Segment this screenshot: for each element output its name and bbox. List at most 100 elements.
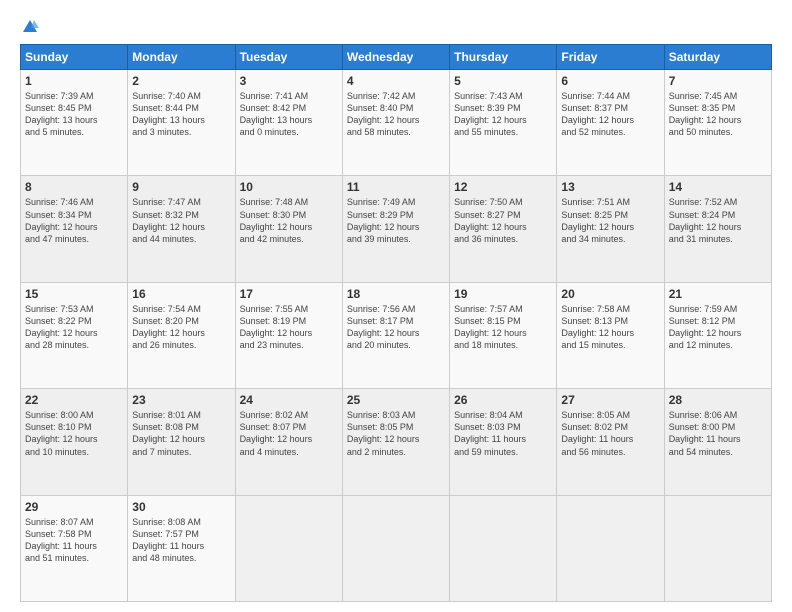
logo <box>20 18 39 36</box>
day-number: 5 <box>454 74 552 88</box>
calendar-cell: 1 Sunrise: 7:39 AM Sunset: 8:45 PM Daylig… <box>21 70 128 176</box>
page: SundayMondayTuesdayWednesdayThursdayFrid… <box>0 0 792 612</box>
day-number: 18 <box>347 287 445 301</box>
calendar-cell: 14 Sunrise: 7:52 AM Sunset: 8:24 PM Dayli… <box>664 176 771 282</box>
calendar-cell <box>235 495 342 601</box>
day-number: 11 <box>347 180 445 194</box>
day-number: 8 <box>25 180 123 194</box>
day-number: 23 <box>132 393 230 407</box>
calendar-cell: 9 Sunrise: 7:47 AM Sunset: 8:32 PM Daylig… <box>128 176 235 282</box>
calendar-cell: 4Sunrise: 7:42 AM Sunset: 8:40 PM Daylig… <box>342 70 449 176</box>
day-number: 16 <box>132 287 230 301</box>
day-header-wednesday: Wednesday <box>342 45 449 70</box>
day-info: Sunrise: 7:57 AM Sunset: 8:15 PM Dayligh… <box>454 303 552 352</box>
day-number: 13 <box>561 180 659 194</box>
day-number: 20 <box>561 287 659 301</box>
day-number: 10 <box>240 180 338 194</box>
day-number: 12 <box>454 180 552 194</box>
day-info: Sunrise: 7:50 AM Sunset: 8:27 PM Dayligh… <box>454 196 552 245</box>
calendar-cell: 16 Sunrise: 7:54 AM Sunset: 8:20 PM Dayli… <box>128 282 235 388</box>
calendar-cell: 8 Sunrise: 7:46 AM Sunset: 8:34 PM Daylig… <box>21 176 128 282</box>
calendar-cell: 22 Sunrise: 8:00 AM Sunset: 8:10 PM Dayli… <box>21 389 128 495</box>
day-info: Sunrise: 7:52 AM Sunset: 8:24 PM Dayligh… <box>669 196 767 245</box>
calendar-cell: 26 Sunrise: 8:04 AM Sunset: 8:03 PM Dayli… <box>450 389 557 495</box>
day-info: Sunrise: 7:54 AM Sunset: 8:20 PM Dayligh… <box>132 303 230 352</box>
calendar-cell: 19 Sunrise: 7:57 AM Sunset: 8:15 PM Dayli… <box>450 282 557 388</box>
calendar-cell <box>342 495 449 601</box>
calendar-cell: 29 Sunrise: 8:07 AM Sunset: 7:58 PM Dayli… <box>21 495 128 601</box>
calendar-cell: 5 Sunrise: 7:43 AM Sunset: 8:39 PM Daylig… <box>450 70 557 176</box>
day-info: Sunrise: 8:00 AM Sunset: 8:10 PM Dayligh… <box>25 409 123 458</box>
day-number: 2 <box>132 74 230 88</box>
calendar-cell: 2 Sunrise: 7:40 AM Sunset: 8:44 PM Daylig… <box>128 70 235 176</box>
day-info: Sunrise: 8:02 AM Sunset: 8:07 PM Dayligh… <box>240 409 338 458</box>
calendar-cell <box>664 495 771 601</box>
day-number: 19 <box>454 287 552 301</box>
day-number: 21 <box>669 287 767 301</box>
day-header-monday: Monday <box>128 45 235 70</box>
day-info: Sunrise: 8:03 AM Sunset: 8:05 PM Dayligh… <box>347 409 445 458</box>
day-info: Sunrise: 7:40 AM Sunset: 8:44 PM Dayligh… <box>132 90 230 139</box>
day-info: Sunrise: 8:01 AM Sunset: 8:08 PM Dayligh… <box>132 409 230 458</box>
calendar-cell: 25Sunrise: 8:03 AM Sunset: 8:05 PM Dayli… <box>342 389 449 495</box>
day-info: Sunrise: 7:56 AM Sunset: 8:17 PM Dayligh… <box>347 303 445 352</box>
day-info: Sunrise: 7:44 AM Sunset: 8:37 PM Dayligh… <box>561 90 659 139</box>
day-info: Sunrise: 7:53 AM Sunset: 8:22 PM Dayligh… <box>25 303 123 352</box>
day-info: Sunrise: 7:41 AM Sunset: 8:42 PM Dayligh… <box>240 90 338 139</box>
day-info: Sunrise: 7:51 AM Sunset: 8:25 PM Dayligh… <box>561 196 659 245</box>
day-header-thursday: Thursday <box>450 45 557 70</box>
week-row-1: 1 Sunrise: 7:39 AM Sunset: 8:45 PM Daylig… <box>21 70 772 176</box>
day-info: Sunrise: 7:39 AM Sunset: 8:45 PM Dayligh… <box>25 90 123 139</box>
calendar-cell <box>557 495 664 601</box>
calendar-cell: 28 Sunrise: 8:06 AM Sunset: 8:00 PM Dayli… <box>664 389 771 495</box>
day-info: Sunrise: 7:49 AM Sunset: 8:29 PM Dayligh… <box>347 196 445 245</box>
calendar: SundayMondayTuesdayWednesdayThursdayFrid… <box>20 44 772 602</box>
calendar-cell: 24 Sunrise: 8:02 AM Sunset: 8:07 PM Dayli… <box>235 389 342 495</box>
week-row-5: 29 Sunrise: 8:07 AM Sunset: 7:58 PM Dayli… <box>21 495 772 601</box>
day-number: 7 <box>669 74 767 88</box>
calendar-cell: 3 Sunrise: 7:41 AM Sunset: 8:42 PM Daylig… <box>235 70 342 176</box>
day-info: Sunrise: 7:59 AM Sunset: 8:12 PM Dayligh… <box>669 303 767 352</box>
logo-icon <box>21 18 39 36</box>
week-row-3: 15 Sunrise: 7:53 AM Sunset: 8:22 PM Dayli… <box>21 282 772 388</box>
day-header-sunday: Sunday <box>21 45 128 70</box>
calendar-cell: 30 Sunrise: 8:08 AM Sunset: 7:57 PM Dayli… <box>128 495 235 601</box>
day-number: 27 <box>561 393 659 407</box>
calendar-cell: 10Sunrise: 7:48 AM Sunset: 8:30 PM Dayli… <box>235 176 342 282</box>
day-info: Sunrise: 8:07 AM Sunset: 7:58 PM Dayligh… <box>25 516 123 565</box>
calendar-cell: 23 Sunrise: 8:01 AM Sunset: 8:08 PM Dayli… <box>128 389 235 495</box>
day-header-saturday: Saturday <box>664 45 771 70</box>
calendar-cell: 27 Sunrise: 8:05 AM Sunset: 8:02 PM Dayli… <box>557 389 664 495</box>
day-number: 14 <box>669 180 767 194</box>
day-number: 24 <box>240 393 338 407</box>
day-number: 26 <box>454 393 552 407</box>
day-info: Sunrise: 7:45 AM Sunset: 8:35 PM Dayligh… <box>669 90 767 139</box>
day-info: Sunrise: 7:43 AM Sunset: 8:39 PM Dayligh… <box>454 90 552 139</box>
calendar-header-row: SundayMondayTuesdayWednesdayThursdayFrid… <box>21 45 772 70</box>
calendar-cell: 17 Sunrise: 7:55 AM Sunset: 8:19 PM Dayli… <box>235 282 342 388</box>
calendar-cell: 15 Sunrise: 7:53 AM Sunset: 8:22 PM Dayli… <box>21 282 128 388</box>
day-header-tuesday: Tuesday <box>235 45 342 70</box>
day-info: Sunrise: 8:08 AM Sunset: 7:57 PM Dayligh… <box>132 516 230 565</box>
calendar-cell: 11 Sunrise: 7:49 AM Sunset: 8:29 PM Dayli… <box>342 176 449 282</box>
day-number: 28 <box>669 393 767 407</box>
day-number: 6 <box>561 74 659 88</box>
day-number: 9 <box>132 180 230 194</box>
day-info: Sunrise: 7:58 AM Sunset: 8:13 PM Dayligh… <box>561 303 659 352</box>
day-info: Sunrise: 7:47 AM Sunset: 8:32 PM Dayligh… <box>132 196 230 245</box>
day-number: 17 <box>240 287 338 301</box>
day-number: 3 <box>240 74 338 88</box>
day-number: 15 <box>25 287 123 301</box>
header <box>20 18 772 36</box>
day-number: 29 <box>25 500 123 514</box>
day-info: Sunrise: 8:04 AM Sunset: 8:03 PM Dayligh… <box>454 409 552 458</box>
day-info: Sunrise: 8:06 AM Sunset: 8:00 PM Dayligh… <box>669 409 767 458</box>
week-row-4: 22 Sunrise: 8:00 AM Sunset: 8:10 PM Dayli… <box>21 389 772 495</box>
day-info: Sunrise: 8:05 AM Sunset: 8:02 PM Dayligh… <box>561 409 659 458</box>
day-number: 22 <box>25 393 123 407</box>
day-info: Sunrise: 7:55 AM Sunset: 8:19 PM Dayligh… <box>240 303 338 352</box>
calendar-cell: 13 Sunrise: 7:51 AM Sunset: 8:25 PM Dayli… <box>557 176 664 282</box>
day-info: Sunrise: 7:46 AM Sunset: 8:34 PM Dayligh… <box>25 196 123 245</box>
day-number: 1 <box>25 74 123 88</box>
day-number: 30 <box>132 500 230 514</box>
